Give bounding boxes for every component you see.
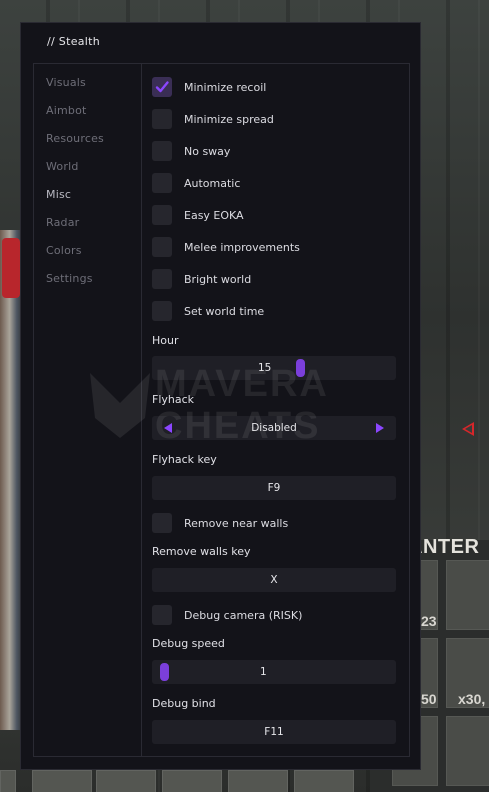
debug-speed-slider[interactable]: 1 — [152, 660, 396, 684]
inventory-slot[interactable] — [446, 560, 489, 630]
checkbox[interactable] — [152, 513, 172, 533]
flyhack-selector[interactable]: Disabled — [152, 416, 396, 440]
flyhack-value: Disabled — [251, 422, 297, 434]
hotbar-slot[interactable] — [96, 770, 156, 792]
checkbox[interactable] — [152, 269, 172, 289]
sidebar-item-aimbot[interactable]: Aimbot — [46, 104, 87, 117]
inventory-slot[interactable] — [446, 716, 489, 786]
checkbox[interactable] — [152, 237, 172, 257]
checkbox[interactable] — [152, 173, 172, 193]
flyhack-key-label: Flyhack key — [152, 453, 217, 466]
toggle-label: Bright world — [184, 272, 252, 286]
toggle-bright-world[interactable]: Bright world — [152, 268, 400, 290]
checkbox[interactable] — [152, 205, 172, 225]
hotbar-slot[interactable] — [294, 770, 354, 792]
slot-count: x30, — [458, 691, 486, 707]
remove-walls-key-label: Remove walls key — [152, 545, 251, 558]
toggle-label: Easy EOKA — [184, 208, 244, 222]
debug-speed-label: Debug speed — [152, 637, 225, 650]
toggle-minimize-recoil[interactable]: Minimize recoil — [152, 76, 400, 98]
menu-title: // Stealth — [47, 35, 101, 48]
arrow-left-icon[interactable] — [164, 423, 172, 433]
sidebar-item-resources[interactable]: Resources — [46, 132, 104, 145]
sidebar-item-settings[interactable]: Settings — [46, 272, 93, 285]
misc-settings-panel: Minimize recoil Minimize spread No sway … — [152, 64, 400, 756]
sidebar-item-visuals[interactable]: Visuals — [46, 76, 86, 89]
hotbar-slot[interactable] — [0, 770, 16, 792]
menu-body: Visuals Aimbot Resources World Misc Rada… — [33, 63, 410, 757]
toggle-label: No sway — [184, 144, 231, 158]
stealth-menu-window: // Stealth Visuals Aimbot Resources Worl… — [20, 22, 421, 770]
slider-handle[interactable] — [295, 359, 305, 377]
slot-count: 50 — [421, 691, 437, 707]
toggle-set-world-time[interactable]: Set world time — [152, 300, 400, 322]
flyhack-key-bind[interactable]: F9 — [152, 476, 396, 500]
flyhack-label: Flyhack — [152, 393, 195, 406]
slider-handle[interactable] — [160, 663, 169, 681]
sidebar-item-colors[interactable]: Colors — [46, 244, 82, 257]
toggle-label: Minimize spread — [184, 112, 274, 126]
checkbox[interactable] — [152, 77, 172, 97]
toggle-label: Melee improvements — [184, 240, 300, 254]
debug-bind[interactable]: F11 — [152, 720, 396, 744]
toggle-label: Remove near walls — [184, 516, 289, 530]
sidebar: Visuals Aimbot Resources World Misc Rada… — [34, 64, 142, 756]
remove-walls-key-bind[interactable]: X — [152, 568, 396, 592]
hour-label: Hour — [152, 334, 179, 347]
slot-count: 23 — [421, 613, 437, 629]
toggle-label: Minimize recoil — [184, 80, 267, 94]
sidebar-item-radar[interactable]: Radar — [46, 216, 79, 229]
toggle-minimize-spread[interactable]: Minimize spread — [152, 108, 400, 130]
toggle-label: Debug camera (RISK) — [184, 608, 303, 622]
sidebar-item-misc[interactable]: Misc — [46, 188, 71, 201]
toggle-melee-improvements[interactable]: Melee improvements — [152, 236, 400, 258]
toggle-easy-eoka[interactable]: Easy EOKA — [152, 204, 400, 226]
debug-speed-value: 1 — [260, 666, 267, 678]
debug-bind-label: Debug bind — [152, 697, 216, 710]
toggle-remove-near-walls[interactable]: Remove near walls — [152, 512, 400, 534]
toggle-label: Set world time — [184, 304, 265, 318]
checkmark-icon — [155, 81, 169, 93]
hour-value: 15 — [258, 362, 272, 374]
toggle-label: Automatic — [184, 176, 241, 190]
arrow-right-icon[interactable] — [376, 423, 384, 433]
toggle-automatic[interactable]: Automatic — [152, 172, 400, 194]
sidebar-item-world[interactable]: World — [46, 160, 79, 173]
checkbox[interactable] — [152, 109, 172, 129]
toggle-debug-camera[interactable]: Debug camera (RISK) — [152, 604, 400, 626]
hotbar-slot[interactable] — [32, 770, 92, 792]
checkbox[interactable] — [152, 141, 172, 161]
hotbar-slot[interactable] — [228, 770, 288, 792]
hotbar-slot[interactable] — [162, 770, 222, 792]
toggle-no-sway[interactable]: No sway — [152, 140, 400, 162]
checkbox[interactable] — [152, 605, 172, 625]
hour-slider[interactable]: 15 — [152, 356, 396, 380]
checkbox[interactable] — [152, 301, 172, 321]
red-marker-icon — [462, 422, 474, 436]
